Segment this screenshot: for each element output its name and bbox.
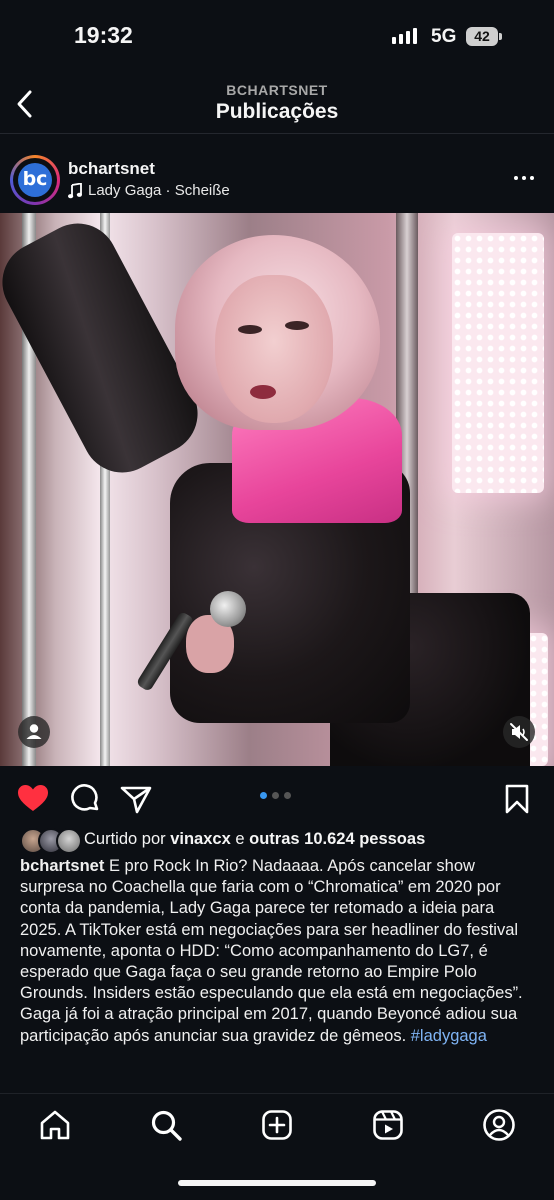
likes-count[interactable]: outras 10.624 pessoas [249, 830, 425, 848]
status-time: 19:32 [74, 22, 133, 48]
nav-create[interactable] [260, 1108, 294, 1142]
carousel-dot [272, 792, 279, 799]
send-icon [120, 786, 152, 814]
avatar[interactable]: bc [10, 155, 60, 205]
carousel-dot [284, 792, 291, 799]
audio-label: Lady Gaga · Scheiße [88, 182, 230, 199]
music-note-icon [68, 182, 82, 198]
home-icon [40, 1110, 70, 1140]
caption-username[interactable]: bchartsnet [20, 857, 104, 875]
likes-summary[interactable]: Curtido por vinaxcx e outras 10.624 pess… [84, 830, 425, 849]
network-type: 5G [431, 26, 457, 47]
profile-icon [483, 1109, 515, 1141]
battery-tip [499, 33, 502, 40]
carousel-indicator [260, 792, 291, 799]
nav-search[interactable] [149, 1108, 183, 1142]
hashtag-link[interactable]: #ladygaga [411, 1027, 487, 1045]
nav-divider [0, 1093, 554, 1094]
carousel-dot-active [260, 792, 267, 799]
battery-icon: 42 [466, 27, 498, 46]
liker-username[interactable]: vinaxcx [170, 830, 231, 848]
share-button[interactable] [119, 782, 153, 816]
nav-reels[interactable] [371, 1108, 405, 1142]
save-button[interactable] [500, 782, 534, 816]
like-button[interactable] [16, 782, 50, 816]
nav-home[interactable] [38, 1108, 72, 1142]
post-image[interactable] [0, 213, 554, 766]
post-username[interactable]: bchartsnet [68, 159, 155, 179]
heart-icon [18, 785, 48, 811]
liker-avatar [56, 828, 82, 854]
page-title: Publicações [215, 100, 339, 123]
more-options-button[interactable] [514, 176, 534, 180]
mute-button[interactable] [503, 716, 535, 748]
speaker-muted-icon [510, 723, 528, 741]
create-icon [262, 1110, 292, 1140]
audio-link[interactable]: Lady Gaga · Scheiße [68, 182, 230, 199]
user-tag-icon [26, 724, 42, 739]
caption-text: E pro Rock In Rio? Nadaaaa. Após cancela… [20, 857, 523, 1045]
bookmark-icon [505, 784, 529, 814]
avatar-logo: bc [18, 163, 52, 197]
header-divider [0, 133, 554, 134]
comment-icon [71, 784, 99, 811]
account-name: BCHARTSNET [226, 82, 328, 98]
post-caption: bchartsnet E pro Rock In Rio? Nadaaaa. A… [20, 856, 538, 1047]
cellular-signal-icon [392, 28, 417, 44]
more-horizontal-icon [514, 176, 518, 180]
reels-icon [373, 1110, 403, 1140]
search-icon [151, 1110, 182, 1141]
comment-button[interactable] [68, 782, 102, 816]
nav-profile[interactable] [482, 1108, 516, 1142]
tagged-users-button[interactable] [18, 716, 50, 748]
home-indicator [178, 1180, 376, 1186]
